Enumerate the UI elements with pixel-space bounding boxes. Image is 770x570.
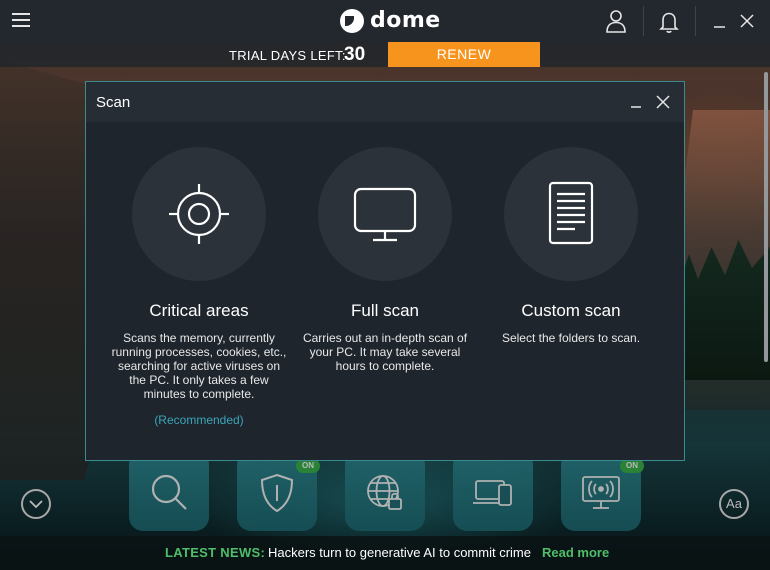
logo-text: dome <box>370 8 441 33</box>
title-bar-separator <box>695 6 696 36</box>
crosshair-icon <box>169 184 229 244</box>
close-dialog-icon[interactable] <box>655 94 671 110</box>
scan-option-critical-areas[interactable]: Critical areas Scans the memory, current… <box>104 147 294 427</box>
trial-banner: TRIAL DAYS LEFT: 30 <box>0 42 770 67</box>
document-icon <box>548 181 594 245</box>
close-window-icon[interactable] <box>736 8 758 34</box>
news-bar: LATEST NEWS: Hackers turn to generative … <box>0 536 770 570</box>
news-label: LATEST NEWS: <box>165 545 266 560</box>
monitor-icon <box>353 187 417 242</box>
scan-option-title: Full scan <box>350 301 420 320</box>
renew-button[interactable]: RENEW <box>388 42 540 67</box>
scan-option-title: Custom scan <box>521 301 621 320</box>
scan-option-custom-scan[interactable]: Custom scan Select the folders to scan. <box>476 147 666 345</box>
scan-option-disc <box>504 147 638 281</box>
read-more-link[interactable]: Read more <box>542 545 609 560</box>
scan-dialog-header: Scan <box>86 82 684 122</box>
scan-option-description: Carries out an in-depth scan of your PC.… <box>302 331 468 373</box>
title-bar-separator <box>643 6 644 36</box>
trial-days-count: 30 <box>344 44 366 65</box>
hamburger-menu-icon[interactable] <box>12 13 30 29</box>
scan-option-description: Select the folders to scan. <box>501 331 641 345</box>
recommended-label: (Recommended) <box>154 413 244 427</box>
scan-option-disc <box>132 147 266 281</box>
news-headline[interactable]: Hackers turn to generative AI to commit … <box>268 545 531 560</box>
scan-dialog-title: Scan <box>96 94 131 111</box>
dome-logo-icon <box>340 8 364 33</box>
trial-days-label: TRIAL DAYS LEFT: <box>229 48 346 63</box>
title-bar: dome <box>0 0 770 42</box>
app-logo: dome <box>340 8 441 33</box>
minimize-dialog-icon[interactable] <box>628 94 644 110</box>
scan-option-title: Critical areas <box>149 301 249 320</box>
scan-dialog: Scan Critical areas Scans the memory, cu… <box>85 81 685 461</box>
minimize-window-icon[interactable] <box>708 8 730 34</box>
notifications-bell-icon[interactable] <box>655 8 683 34</box>
scan-option-description: Scans the memory, currently running proc… <box>111 331 287 401</box>
scan-option-full-scan[interactable]: Full scan Carries out an in-depth scan o… <box>290 147 480 373</box>
scan-option-disc <box>318 147 452 281</box>
user-account-icon[interactable] <box>602 8 630 34</box>
